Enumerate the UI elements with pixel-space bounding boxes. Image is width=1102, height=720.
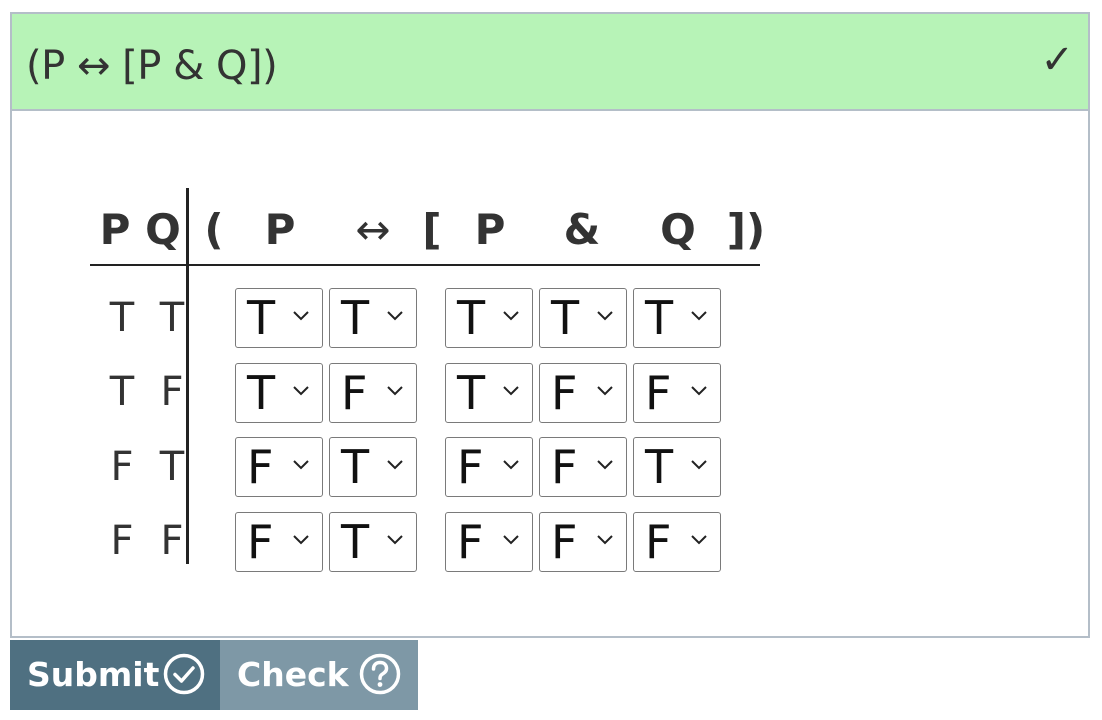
- row-2-q-value: F: [160, 369, 184, 415]
- chevron-down-icon: [691, 460, 707, 470]
- submit-button-label: Submit: [27, 655, 160, 694]
- truth-table: P Q ( P ↔ [ P & Q ]) T T T T T T T T F T…: [90, 188, 765, 572]
- var-header-q: Q: [145, 205, 181, 254]
- formula-header-q: Q: [660, 205, 696, 254]
- chevron-down-icon: [691, 535, 707, 545]
- correct-check-icon: ✓: [1040, 37, 1074, 83]
- row-1-q-select[interactable]: T: [633, 288, 721, 348]
- row-4-q-value: F: [160, 518, 184, 564]
- row-2-p2-select[interactable]: T: [445, 363, 533, 423]
- row-3-q-value: T: [159, 444, 185, 490]
- row-4-biconditional-select[interactable]: T: [329, 512, 417, 572]
- formula-header-open-paren: (: [204, 205, 224, 254]
- chevron-down-icon: [293, 386, 309, 396]
- row-3-and-select[interactable]: F: [539, 437, 627, 497]
- row-1-and-select[interactable]: T: [539, 288, 627, 348]
- chevron-down-icon: [597, 311, 613, 321]
- row-4-and-select[interactable]: F: [539, 512, 627, 572]
- row-1-biconditional-select[interactable]: T: [329, 288, 417, 348]
- row-3-p-value: F: [110, 444, 134, 490]
- chevron-down-icon: [387, 386, 403, 396]
- row-3-p2-select[interactable]: F: [445, 437, 533, 497]
- chevron-down-icon: [387, 311, 403, 321]
- row-3-p-select[interactable]: F: [235, 437, 323, 497]
- problem-header: (P ↔ [P & Q]) ✓: [12, 14, 1088, 111]
- row-2-biconditional-select[interactable]: F: [329, 363, 417, 423]
- check-button[interactable]: Check: [220, 640, 418, 710]
- formula-header-ampersand: &: [563, 205, 601, 254]
- formula-header-biconditional: ↔: [355, 205, 391, 254]
- question-circle-icon: [359, 653, 401, 695]
- chevron-down-icon: [597, 386, 613, 396]
- row-2-and-select[interactable]: F: [539, 363, 627, 423]
- chevron-down-icon: [293, 311, 309, 321]
- chevron-down-icon: [597, 535, 613, 545]
- check-circle-icon: [163, 653, 205, 695]
- formula-header-p2: P: [474, 205, 506, 254]
- row-2-p-select[interactable]: T: [235, 363, 323, 423]
- formula-header-p: P: [264, 205, 296, 254]
- row-1-p-select[interactable]: T: [235, 288, 323, 348]
- formula-title: (P ↔ [P & Q]): [26, 43, 278, 89]
- row-3-biconditional-select[interactable]: T: [329, 437, 417, 497]
- chevron-down-icon: [503, 535, 519, 545]
- row-1-p2-select[interactable]: T: [445, 288, 533, 348]
- chevron-down-icon: [503, 460, 519, 470]
- row-4-q-select[interactable]: F: [633, 512, 721, 572]
- row-4-p-select[interactable]: F: [235, 512, 323, 572]
- row-1-q-value: T: [159, 295, 185, 341]
- chevron-down-icon: [293, 535, 309, 545]
- chevron-down-icon: [691, 311, 707, 321]
- chevron-down-icon: [387, 460, 403, 470]
- row-4-p2-select[interactable]: F: [445, 512, 533, 572]
- chevron-down-icon: [691, 386, 707, 396]
- row-2-q-select[interactable]: F: [633, 363, 721, 423]
- truth-table-problem: (P ↔ [P & Q]) ✓ P Q ( P ↔ [ P & Q ]) T T…: [10, 12, 1090, 638]
- chevron-down-icon: [387, 535, 403, 545]
- row-4-p-value: F: [110, 518, 134, 564]
- check-button-label: Check: [237, 655, 349, 694]
- row-1-p-value: T: [109, 295, 135, 341]
- row-2-p-value: T: [109, 369, 135, 415]
- chevron-down-icon: [503, 386, 519, 396]
- chevron-down-icon: [503, 311, 519, 321]
- header-divider: [90, 264, 760, 266]
- chevron-down-icon: [293, 460, 309, 470]
- formula-header-open-bracket: [: [422, 205, 442, 254]
- formula-header-close: ]): [726, 205, 766, 254]
- row-3-q-select[interactable]: T: [633, 437, 721, 497]
- var-header-p: P: [99, 205, 131, 254]
- submit-button[interactable]: Submit: [10, 640, 220, 710]
- chevron-down-icon: [597, 460, 613, 470]
